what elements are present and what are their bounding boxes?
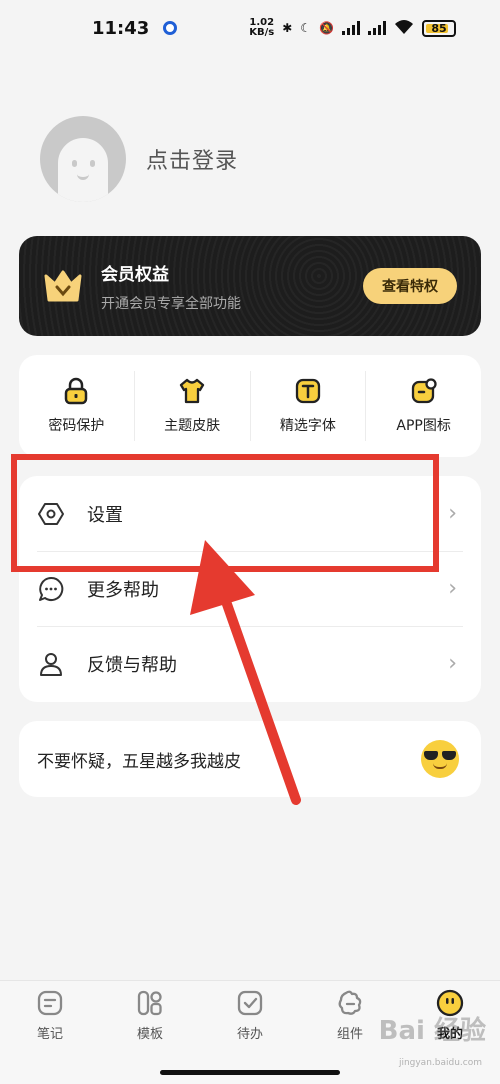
note-icon [37,990,63,1016]
bluetooth-icon: ✱ [282,21,293,35]
font-icon [295,378,321,404]
avatar[interactable] [40,116,126,202]
rating-card[interactable]: 不要怀疑，五星越多我越皮 [19,721,481,797]
app-icon [411,378,437,404]
feature-label: 主题皮肤 [164,418,221,434]
signal-icon [342,21,360,35]
vip-card[interactable]: 会员权益 开通会员专享全部功能 查看特权 [19,236,481,336]
nav-label: 组件 [336,1027,363,1042]
vip-title: 会员权益 [101,264,169,285]
login-link[interactable]: 点击登录 [146,143,238,175]
view-privileges-button[interactable]: 查看特权 [363,268,457,304]
network-speed: 1.02 KB/s [249,17,275,38]
feature-grid: 密码保护 主题皮肤 精选字体 APP图标 [19,355,481,457]
nav-label: 笔记 [36,1027,63,1042]
todo-icon [237,990,263,1016]
watermark: Bai 经验 [378,1016,486,1046]
rating-text: 不要怀疑，五星越多我越皮 [37,751,241,772]
status-time: 11:43 [92,17,150,39]
feature-label: 密码保护 [48,418,105,434]
wifi-icon [394,19,414,38]
home-indicator[interactable] [160,1070,340,1075]
chevron-right-icon: › [448,651,457,676]
widget-icon [338,990,362,1015]
nav-label: 待办 [236,1027,263,1042]
template-icon [137,990,162,1016]
profile-section[interactable]: 点击登录 [40,116,238,202]
menu-label: 更多帮助 [87,579,159,601]
nav-item-notes[interactable]: 笔记 [0,989,100,1084]
menu-item-feedback[interactable]: 反馈与帮助 › [19,626,481,701]
chat-icon [37,575,65,603]
shirt-icon [179,378,205,404]
watermark-url: jingyan.baidu.com [398,1058,482,1068]
mute-icon: 🔕 [319,21,334,35]
battery-icon: 85 [422,19,456,37]
do-not-disturb-icon: ☾ [300,21,312,35]
lock-icon [65,377,88,405]
nav-label: 模板 [136,1027,163,1042]
chevron-right-icon: › [448,576,457,601]
status-bar: 11:43 1.02 KB/s ✱ ☾ 🔕 85 [0,0,500,56]
vip-subtitle: 开通会员专享全部功能 [101,295,241,312]
feature-label: 精选字体 [279,418,336,434]
feature-password-protection[interactable]: 密码保护 [19,371,135,441]
notification-icon [163,21,178,35]
feature-theme-skin[interactable]: 主题皮肤 [135,371,251,441]
signal-icon-2 [368,21,386,35]
crown-icon [43,268,83,304]
feature-fonts[interactable]: 精选字体 [251,371,367,441]
chevron-right-icon: › [448,501,457,526]
feature-app-icon[interactable]: APP图标 [366,371,481,441]
highlight-box [11,454,439,572]
menu-label: 反馈与帮助 [87,654,177,676]
cool-emoji-icon [421,740,459,778]
feature-label: APP图标 [396,418,451,434]
user-icon [37,650,65,678]
